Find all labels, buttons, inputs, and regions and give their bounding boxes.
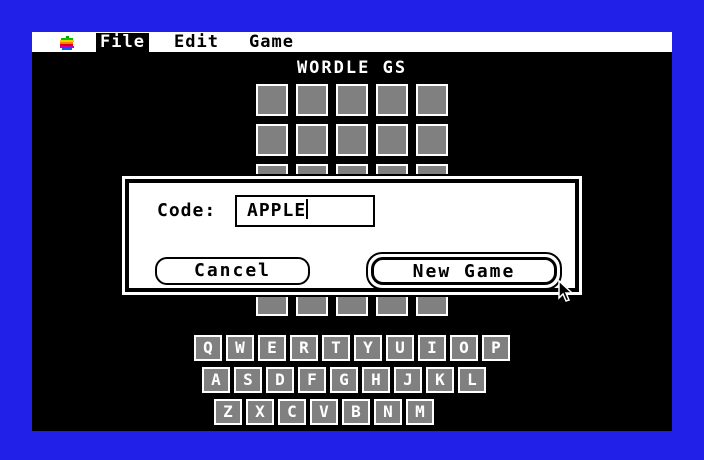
letter-tile xyxy=(336,124,368,156)
key-j[interactable]: J xyxy=(394,367,422,393)
code-value: APPLE xyxy=(247,200,307,221)
key-b[interactable]: B xyxy=(342,399,370,425)
cancel-button[interactable]: Cancel xyxy=(155,257,310,285)
key-x[interactable]: X xyxy=(246,399,274,425)
key-q[interactable]: Q xyxy=(194,335,222,361)
new-game-dialog: Code: APPLE Cancel New Game xyxy=(120,174,584,297)
letter-tile xyxy=(256,84,288,116)
screen: File Edit Game WORDLE GS QWERTYUIOPASDFG… xyxy=(32,32,672,431)
menu-edit[interactable]: Edit xyxy=(170,33,223,52)
letter-tile xyxy=(376,84,408,116)
apple-icon[interactable] xyxy=(58,36,76,50)
letter-tile xyxy=(296,84,328,116)
code-input[interactable]: APPLE xyxy=(235,195,375,227)
key-z[interactable]: Z xyxy=(214,399,242,425)
key-u[interactable]: U xyxy=(386,335,414,361)
game-title: WORDLE GS xyxy=(296,58,408,78)
menu-game[interactable]: Game xyxy=(245,33,298,52)
key-k[interactable]: K xyxy=(426,367,454,393)
key-h[interactable]: H xyxy=(362,367,390,393)
key-l[interactable]: L xyxy=(458,367,486,393)
key-g[interactable]: G xyxy=(330,367,358,393)
key-d[interactable]: D xyxy=(266,367,294,393)
key-o[interactable]: O xyxy=(450,335,478,361)
key-i[interactable]: I xyxy=(418,335,446,361)
menu-bar: File Edit Game xyxy=(32,32,672,54)
letter-tile xyxy=(376,124,408,156)
letter-tile xyxy=(416,124,448,156)
key-e[interactable]: E xyxy=(258,335,286,361)
letter-tile xyxy=(256,124,288,156)
key-r[interactable]: R xyxy=(290,335,318,361)
key-t[interactable]: T xyxy=(322,335,350,361)
key-a[interactable]: A xyxy=(202,367,230,393)
key-v[interactable]: V xyxy=(310,399,338,425)
key-m[interactable]: M xyxy=(406,399,434,425)
key-c[interactable]: C xyxy=(278,399,306,425)
code-label: Code: xyxy=(157,200,217,221)
key-y[interactable]: Y xyxy=(354,335,382,361)
key-s[interactable]: S xyxy=(234,367,262,393)
letter-tile xyxy=(336,84,368,116)
key-n[interactable]: N xyxy=(374,399,402,425)
menu-file[interactable]: File xyxy=(96,33,149,52)
mouse-pointer-icon xyxy=(558,280,574,302)
letter-tile xyxy=(416,84,448,116)
key-f[interactable]: F xyxy=(298,367,326,393)
letter-tile xyxy=(296,124,328,156)
new-game-button[interactable]: New Game xyxy=(371,257,557,285)
key-p[interactable]: P xyxy=(482,335,510,361)
text-caret xyxy=(306,199,309,219)
key-w[interactable]: W xyxy=(226,335,254,361)
dialog-frame: Code: APPLE Cancel New Game xyxy=(125,179,579,292)
